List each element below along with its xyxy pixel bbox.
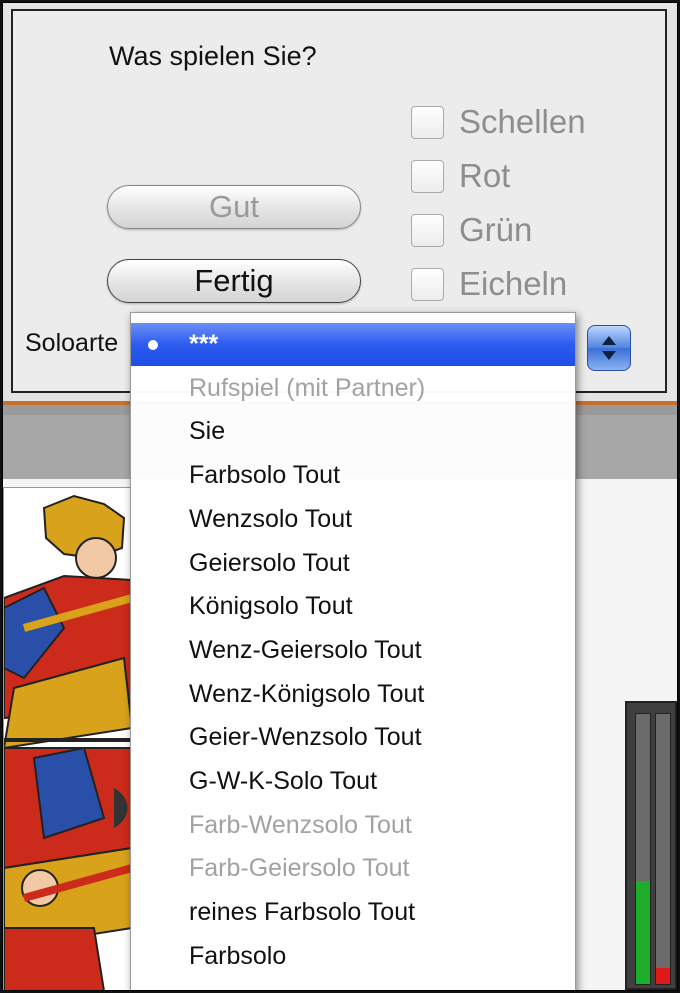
checkbox-rot[interactable]: Rot [411, 156, 510, 196]
menu-item[interactable]: Sie [131, 410, 575, 453]
menu-item[interactable]: Farbsolo Tout [131, 454, 575, 497]
menu-item: Rufspiel (mit Partner) [131, 367, 575, 410]
menu-item-label: Wenz-Geiersolo Tout [189, 635, 422, 664]
menu-item[interactable]: Wenzsolo [131, 979, 575, 991]
meter-right-channel [655, 713, 671, 985]
menu-item[interactable]: Wenz-Königsolo Tout [131, 673, 575, 716]
menu-item[interactable]: reines Farbsolo Tout [131, 891, 575, 934]
checkbox-label: Eicheln [459, 265, 568, 302]
menu-item-label: Sie [189, 417, 226, 446]
checkbox-eicheln[interactable]: Eicheln [411, 264, 567, 304]
checkbox-gruen[interactable]: Grün [411, 210, 532, 250]
menu-item[interactable]: *** [131, 323, 575, 366]
card-king-illustration [4, 488, 132, 990]
window: Was spielen Sie? Schellen Rot Grün Eiche… [2, 2, 678, 991]
checkbox-box[interactable] [411, 159, 444, 193]
menu-item-label: Wenz-Königsolo Tout [189, 679, 425, 708]
checkbox-box[interactable] [411, 105, 444, 139]
checkbox-box[interactable] [411, 213, 444, 247]
menu-item-label: Geier-Wenzsolo Tout [189, 723, 422, 752]
menu-item[interactable]: Farbsolo [131, 935, 575, 978]
level-meter [625, 701, 677, 990]
menu-item-label: Geiersolo Tout [189, 548, 350, 577]
checkbox-schellen[interactable]: Schellen [411, 102, 586, 142]
menu-item: Farb-Geiersolo Tout [131, 847, 575, 890]
checkbox-label: Rot [459, 157, 511, 194]
menu-item-label: Wenzsolo Tout [189, 504, 353, 533]
menu-item-label: Wenzsolo [189, 986, 298, 991]
fertig-button[interactable]: Fertig [107, 259, 361, 303]
menu-item-label: reines Farbsolo Tout [189, 898, 416, 927]
menu-item-label: Farb-Geiersolo Tout [189, 854, 410, 883]
gut-button[interactable]: Gut [107, 185, 361, 229]
menu-item[interactable]: G-W-K-Solo Tout [131, 760, 575, 803]
menu-item[interactable]: Wenzsolo Tout [131, 498, 575, 541]
menu-item[interactable]: Geier-Wenzsolo Tout [131, 716, 575, 759]
checkbox-label: Schellen [459, 103, 586, 140]
chevron-up-icon [602, 336, 616, 345]
checkbox-box[interactable] [411, 267, 444, 301]
menu-item-label: *** [189, 330, 219, 358]
chevron-down-icon [602, 351, 616, 360]
menu-item[interactable]: Königsolo Tout [131, 585, 575, 628]
solo-type-label: Soloarte [25, 329, 119, 357]
dialog-question: Was spielen Sie? [109, 41, 317, 71]
selected-bullet-icon [148, 340, 158, 350]
menu-item-label: Rufspiel (mit Partner) [189, 373, 426, 402]
menu-item: Farb-Wenzsolo Tout [131, 804, 575, 847]
meter-left-channel [635, 713, 651, 985]
checkbox-label: Grün [459, 211, 533, 248]
menu-item-label: Farbsolo Tout [189, 461, 341, 490]
menu-item-label: G-W-K-Solo Tout [189, 767, 378, 795]
playing-card[interactable] [3, 487, 133, 990]
menu-item[interactable]: Geiersolo Tout [131, 542, 575, 585]
solo-type-dropdown-menu[interactable]: *** Rufspiel (mit Partner) Sie Farbsolo Tou… [130, 312, 576, 991]
popup-stepper-icon[interactable] [587, 325, 631, 371]
menu-item-label: Farbsolo [189, 941, 287, 970]
menu-item[interactable]: Wenz-Geiersolo Tout [131, 629, 575, 672]
menu-item-label: Königsolo Tout [189, 592, 353, 621]
menu-item-label: Farb-Wenzsolo Tout [189, 810, 412, 839]
